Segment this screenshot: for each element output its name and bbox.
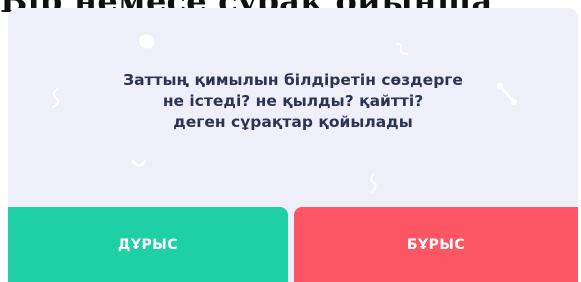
- squiggle-shape-icon: [396, 42, 408, 55]
- squiggle-shape-icon: [370, 173, 377, 193]
- correct-button-label: ДҰРЫС: [117, 236, 179, 253]
- quiz-screen: Бір немесе сұрақ ойынша Заттың қимылын б…: [0, 0, 581, 282]
- question-line: деген сұрақтар қойылады: [173, 113, 413, 131]
- question-card: Заттың қимылын білдіретін сөздерге не іс…: [8, 8, 578, 282]
- crescent-shape-icon: [131, 159, 147, 167]
- question-text: Заттың қимылын білдіретін сөздерге не іс…: [8, 70, 578, 133]
- wrong-button[interactable]: БҰРЫС: [294, 207, 578, 282]
- answer-buttons: ДҰРЫС БҰРЫС: [8, 207, 578, 282]
- correct-button[interactable]: ДҰРЫС: [8, 207, 288, 282]
- wrong-button-label: БҰРЫС: [406, 236, 466, 253]
- question-line: не істеді? не қылды? қайтті?: [162, 92, 424, 110]
- blob-shape-icon: [138, 34, 155, 49]
- question-line: Заттың қимылын білдіретін сөздерге: [123, 71, 463, 89]
